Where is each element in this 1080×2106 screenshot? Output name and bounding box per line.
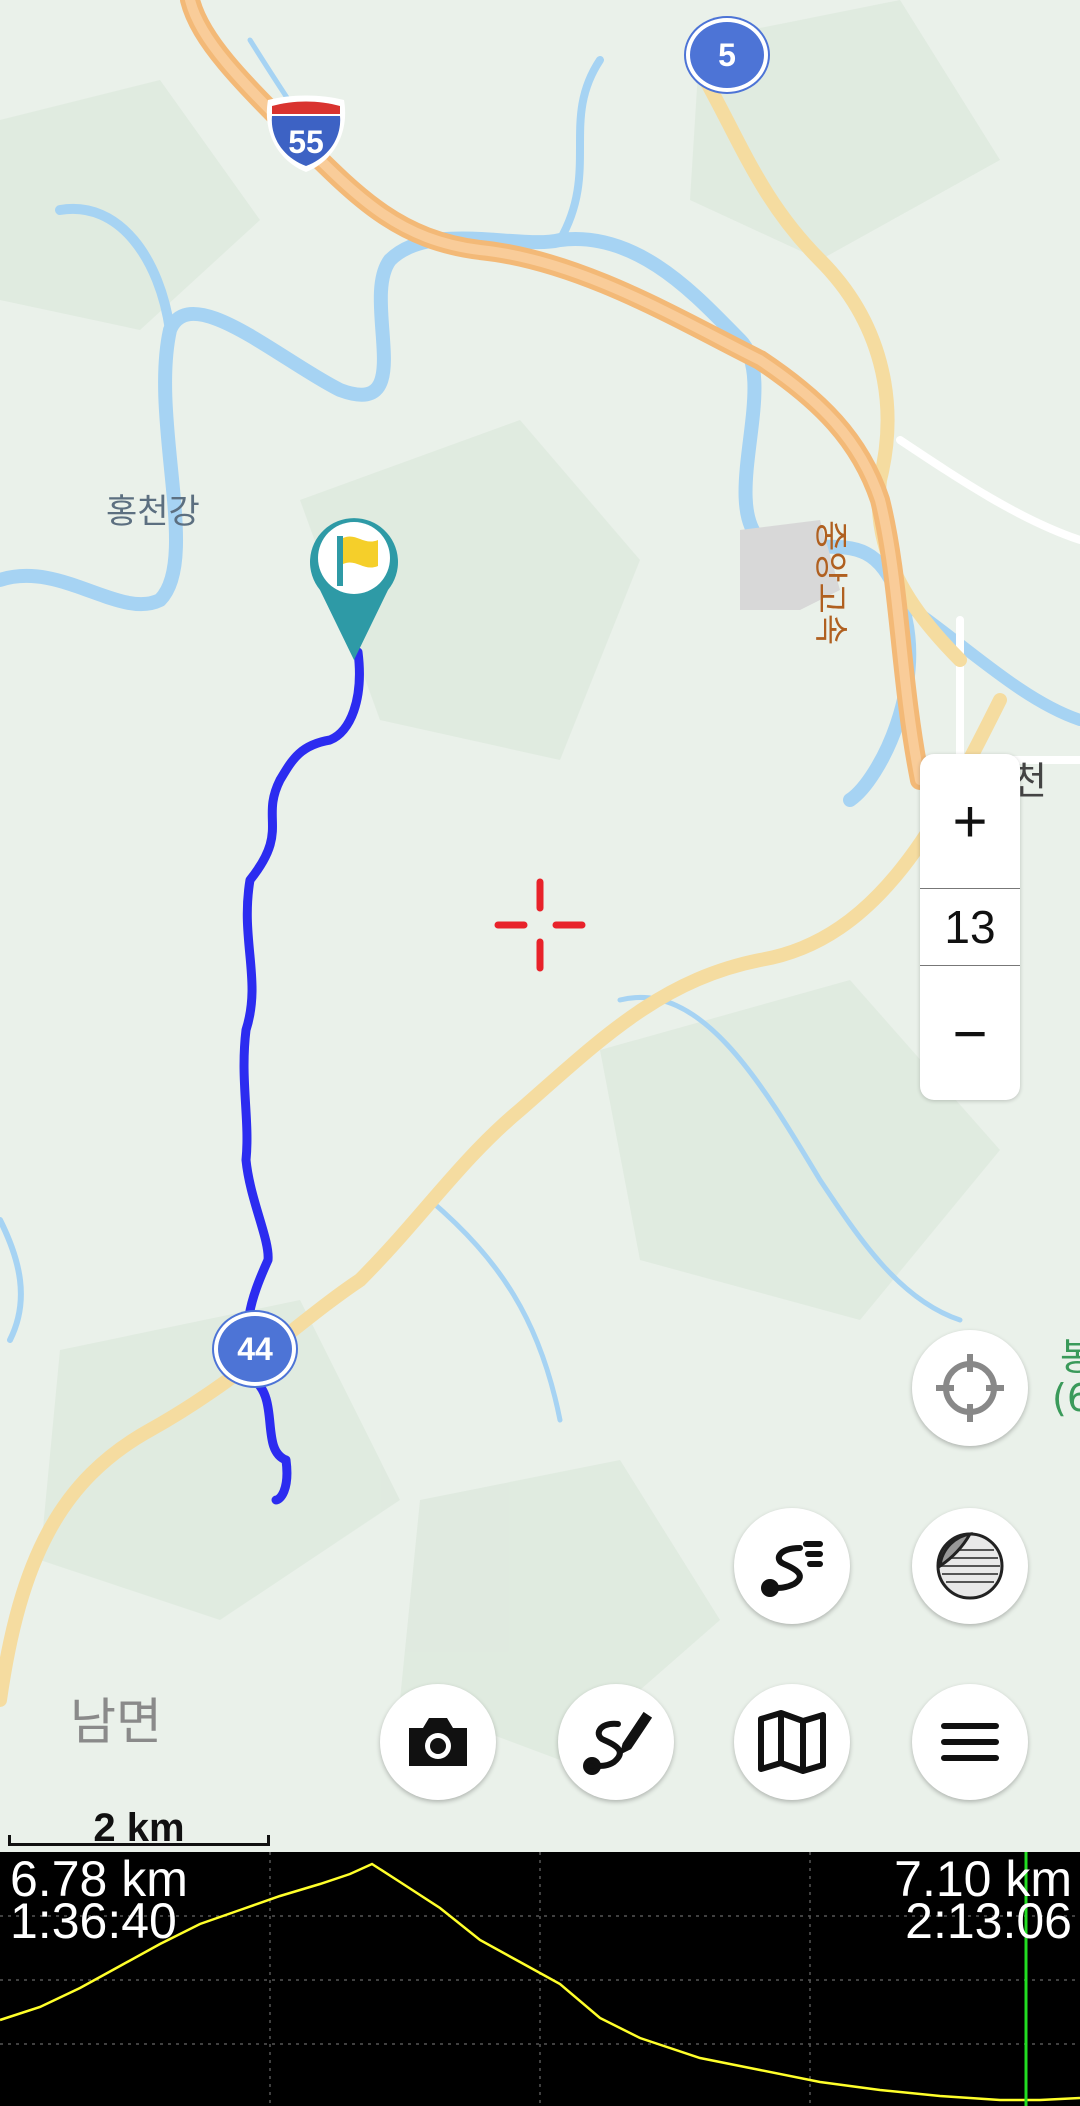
map-view[interactable]: 홍천강 남면 중앙고속 천 봉 (6 55 5 44 + 13 − 2 km: [0, 0, 1080, 1852]
layers-button[interactable]: [912, 1508, 1028, 1624]
menu-button[interactable]: [912, 1684, 1028, 1800]
layers-icon: [936, 1532, 1004, 1600]
interstate-55-number: 55: [288, 124, 324, 160]
river-label: 홍천강: [106, 492, 200, 532]
waypoint-flag-marker[interactable]: [308, 512, 400, 662]
map-select-button[interactable]: [734, 1684, 850, 1800]
zoom-out-button[interactable]: −: [920, 966, 1020, 1100]
route-5-shield: 5: [686, 18, 768, 92]
camera-icon: [409, 1718, 467, 1766]
menu-icon: [941, 1723, 999, 1761]
town-label-south: 남면: [70, 1693, 162, 1751]
expressway-label: 중앙고속: [810, 520, 850, 646]
track-list-button[interactable]: [734, 1508, 850, 1624]
camera-button[interactable]: [380, 1684, 496, 1800]
interstate-55-shield: 55: [262, 94, 350, 174]
draw-route-icon: [583, 1711, 653, 1775]
scale-line: [8, 1835, 270, 1846]
peak-label-partial-2: (6: [1052, 1376, 1080, 1420]
peak-label-partial: 봉: [1060, 1335, 1080, 1379]
route-44-shield: 44: [214, 1312, 296, 1386]
profile-left-time: 1:36:40: [10, 1893, 177, 1949]
map-center-crosshair: [494, 878, 586, 972]
track-list-icon: [761, 1541, 823, 1597]
map-icon: [758, 1710, 826, 1774]
zoom-control: + 13 −: [920, 754, 1020, 1100]
locate-button[interactable]: [912, 1330, 1028, 1446]
draw-route-button[interactable]: [558, 1684, 674, 1800]
scale-bar: 2 km: [8, 1806, 270, 1850]
elevation-profile[interactable]: 6.78 km 1:36:40 7.10 km 2:13:06: [0, 1852, 1080, 2106]
zoom-level: 13: [920, 888, 1020, 966]
zoom-in-button[interactable]: +: [920, 754, 1020, 888]
crosshair-target-icon: [936, 1354, 1004, 1422]
profile-right-time: 2:13:06: [905, 1893, 1072, 1949]
